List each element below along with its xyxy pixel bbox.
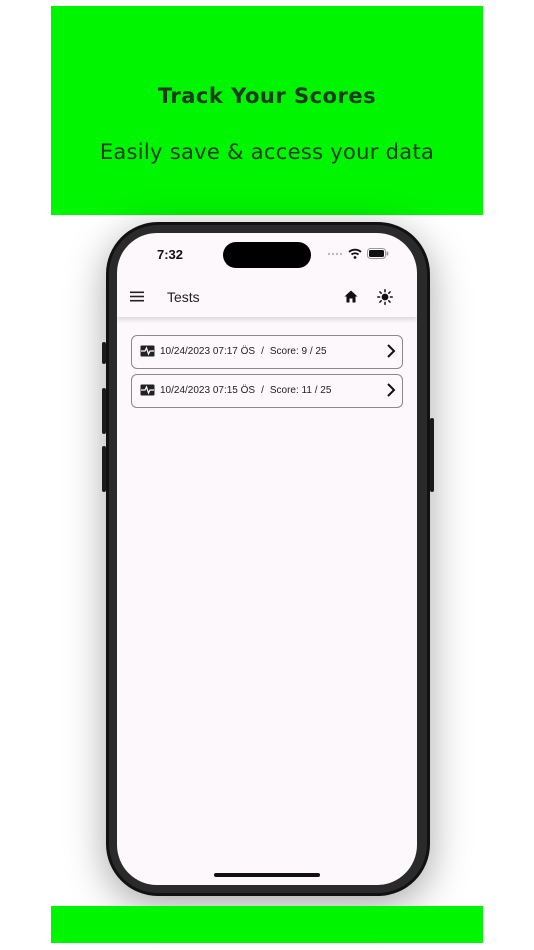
test-score: Score: 11 / 25 <box>269 385 332 396</box>
test-datetime: 10/24/2023 07:17 ÖS <box>160 346 256 357</box>
test-entry-text: 10/24/2023 07:15 ÖS / Score: 11 / 25 <box>160 385 331 396</box>
test-entry-text: 10/24/2023 07:17 ÖS / Score: 9 / 25 <box>160 346 327 357</box>
separator: / <box>261 385 264 396</box>
list-item[interactable]: 10/24/2023 07:15 ÖS / Score: 11 / 25 <box>131 374 403 408</box>
power-button <box>430 418 434 492</box>
status-icons <box>327 248 389 259</box>
action-button <box>102 342 106 364</box>
wifi-icon <box>348 248 362 259</box>
menu-icon[interactable] <box>130 291 144 302</box>
test-score: Score: 9 / 25 <box>269 346 327 357</box>
bottom-banner <box>51 906 483 943</box>
status-time: 7:32 <box>157 247 184 262</box>
test-datetime: 10/24/2023 07:15 ÖS <box>160 385 256 396</box>
dynamic-island <box>223 242 311 268</box>
chevron-right-icon[interactable] <box>386 343 396 359</box>
list-item[interactable]: 10/24/2023 07:17 ÖS / Score: 9 / 25 <box>131 335 403 369</box>
phone-screen: 7:32 Tests 10/24/2023 07:17 ÖS / Score: … <box>117 233 417 885</box>
home-indicator[interactable] <box>214 873 320 877</box>
volume-down-button <box>102 446 106 492</box>
volume-up-button <box>102 388 106 434</box>
monitor-heart-icon <box>140 345 155 357</box>
home-icon[interactable] <box>344 290 358 303</box>
promo-banner: Track Your Scores Easily save & access y… <box>51 6 483 215</box>
app-bar: Tests <box>117 277 417 317</box>
chevron-right-icon[interactable] <box>386 382 396 398</box>
banner-subtitle: Easily save & access your data <box>99 140 435 164</box>
battery-icon <box>367 248 389 259</box>
banner-title: Track Your Scores <box>157 84 377 108</box>
separator: / <box>261 346 264 357</box>
page-title: Tests <box>167 289 200 305</box>
monitor-heart-icon <box>140 384 155 396</box>
brightness-icon[interactable] <box>377 289 393 305</box>
signal-icon <box>327 252 343 255</box>
test-list: 10/24/2023 07:17 ÖS / Score: 9 / 25 10/24/… <box>131 335 403 413</box>
